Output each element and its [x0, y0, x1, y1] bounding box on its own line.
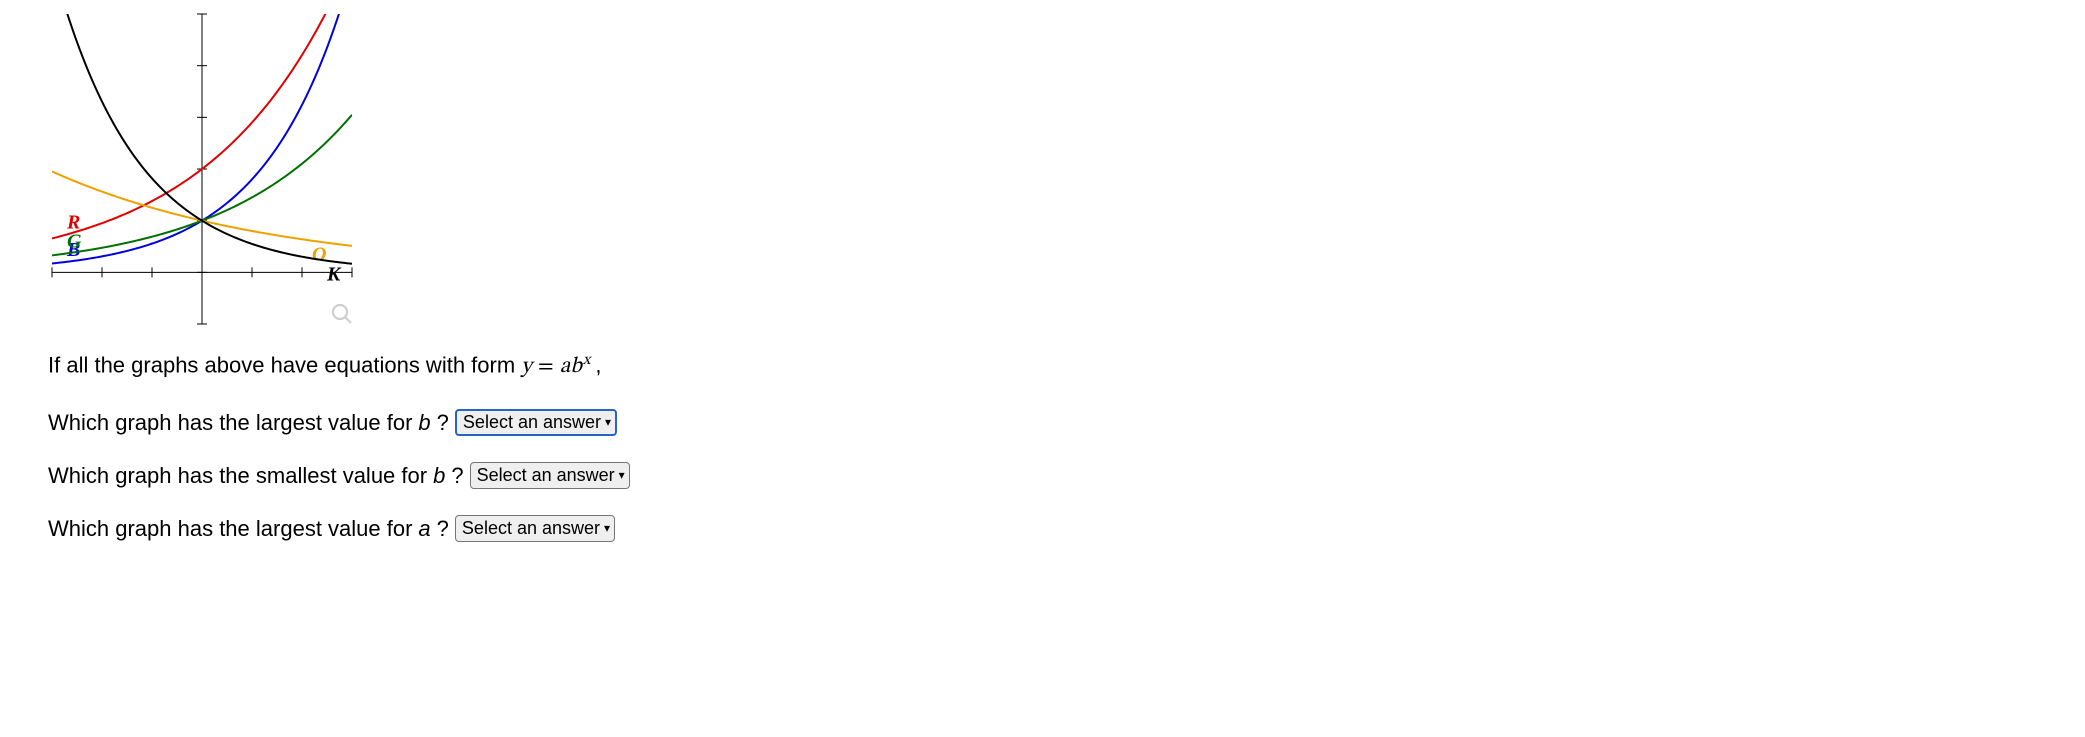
answer-select[interactable]: Select an answer▾	[455, 515, 615, 542]
question-row: Which graph has the smallest value for b…	[48, 462, 2037, 489]
equation: y=abx	[521, 356, 595, 378]
prompt-prefix: If all the graphs above have equations w…	[48, 352, 521, 377]
question-row: Which graph has the largest value for a?…	[48, 515, 2037, 542]
curve-label-O: O	[312, 244, 326, 266]
question-variable: a	[418, 516, 430, 542]
answer-select[interactable]: Select an answer▾	[470, 462, 630, 489]
question-text-post: ?	[451, 463, 463, 489]
chevron-down-icon: ▾	[619, 464, 625, 487]
question-text: Which graph has the largest value for	[48, 516, 412, 542]
question-text: Which graph has the largest value for	[48, 410, 412, 436]
answer-select-placeholder: Select an answer	[477, 464, 615, 487]
magnify-icon[interactable]	[330, 302, 354, 326]
question-text-post: ?	[437, 516, 449, 542]
curve-label-K: K	[326, 264, 342, 286]
question-row: Which graph has the largest value for b?…	[48, 409, 2037, 436]
curve-label-G: G	[67, 230, 82, 252]
chevron-down-icon: ▾	[605, 411, 611, 434]
question-text: Which graph has the smallest value for	[48, 463, 427, 489]
question-variable: b	[433, 463, 445, 489]
prompt-text: If all the graphs above have equations w…	[48, 350, 2037, 381]
question-variable: b	[418, 410, 430, 436]
question-text-post: ?	[437, 410, 449, 436]
chevron-down-icon: ▾	[604, 517, 610, 540]
prompt-suffix: ,	[595, 352, 601, 377]
answer-select-placeholder: Select an answer	[462, 517, 600, 540]
answer-select[interactable]: Select an answer▾	[455, 409, 617, 436]
answer-select-placeholder: Select an answer	[463, 411, 601, 434]
exponential-chart: RBGOK	[48, 10, 356, 328]
